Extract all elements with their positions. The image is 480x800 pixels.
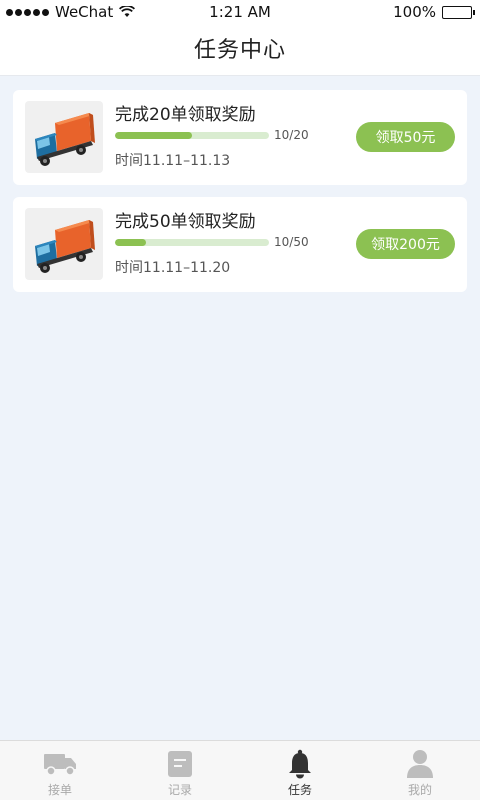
progress-bar bbox=[115, 132, 269, 139]
progress-bar bbox=[115, 239, 269, 246]
task-card: 完成50单领取奖励 10/50 时间11.11–11.20 领取200元 bbox=[13, 197, 467, 292]
claim-reward-button[interactable]: 领取50元 bbox=[356, 122, 455, 152]
claim-reward-button[interactable]: 领取200元 bbox=[356, 229, 455, 259]
tab-records[interactable]: 记录 bbox=[120, 741, 240, 800]
task-time: 时间11.11–11.13 bbox=[115, 153, 231, 169]
battery-percent: 100% bbox=[393, 3, 436, 21]
tab-label: 我的 bbox=[407, 783, 432, 797]
task-title: 完成50单领取奖励 bbox=[115, 212, 256, 232]
document-icon bbox=[163, 749, 197, 779]
task-time: 时间11.11–11.20 bbox=[115, 260, 231, 276]
truck-icon bbox=[25, 101, 103, 173]
battery-icon bbox=[442, 5, 475, 19]
tab-label: 接单 bbox=[47, 783, 72, 797]
task-title: 完成20单领取奖励 bbox=[115, 105, 256, 125]
tab-bar: 接单 记录 任务 我的 bbox=[0, 740, 480, 800]
tab-orders[interactable]: 接单 bbox=[0, 741, 120, 800]
task-card: 完成20单领取奖励 10/20 时间11.11–11.13 领取50元 bbox=[13, 90, 467, 185]
user-icon bbox=[403, 749, 437, 779]
bell-icon bbox=[283, 749, 317, 779]
page-title: 任务中心 bbox=[193, 38, 286, 63]
status-right: 100% bbox=[393, 3, 475, 21]
progress-fill bbox=[115, 132, 192, 139]
truck-icon bbox=[43, 749, 77, 779]
status-bar: WeChat 1:21 AM 100% bbox=[0, 0, 480, 26]
tab-label: 记录 bbox=[167, 783, 192, 797]
progress-count: 10/50 bbox=[274, 235, 309, 249]
truck-icon bbox=[25, 208, 103, 280]
page-header: 任务中心 bbox=[0, 26, 480, 76]
progress-fill bbox=[115, 239, 146, 246]
progress-count: 10/20 bbox=[274, 128, 309, 142]
tab-tasks[interactable]: 任务 bbox=[240, 741, 360, 800]
tab-label: 任务 bbox=[287, 783, 312, 797]
tab-mine[interactable]: 我的 bbox=[360, 741, 480, 800]
task-list: 完成20单领取奖励 10/20 时间11.11–11.13 领取50元 完成50… bbox=[13, 90, 467, 304]
